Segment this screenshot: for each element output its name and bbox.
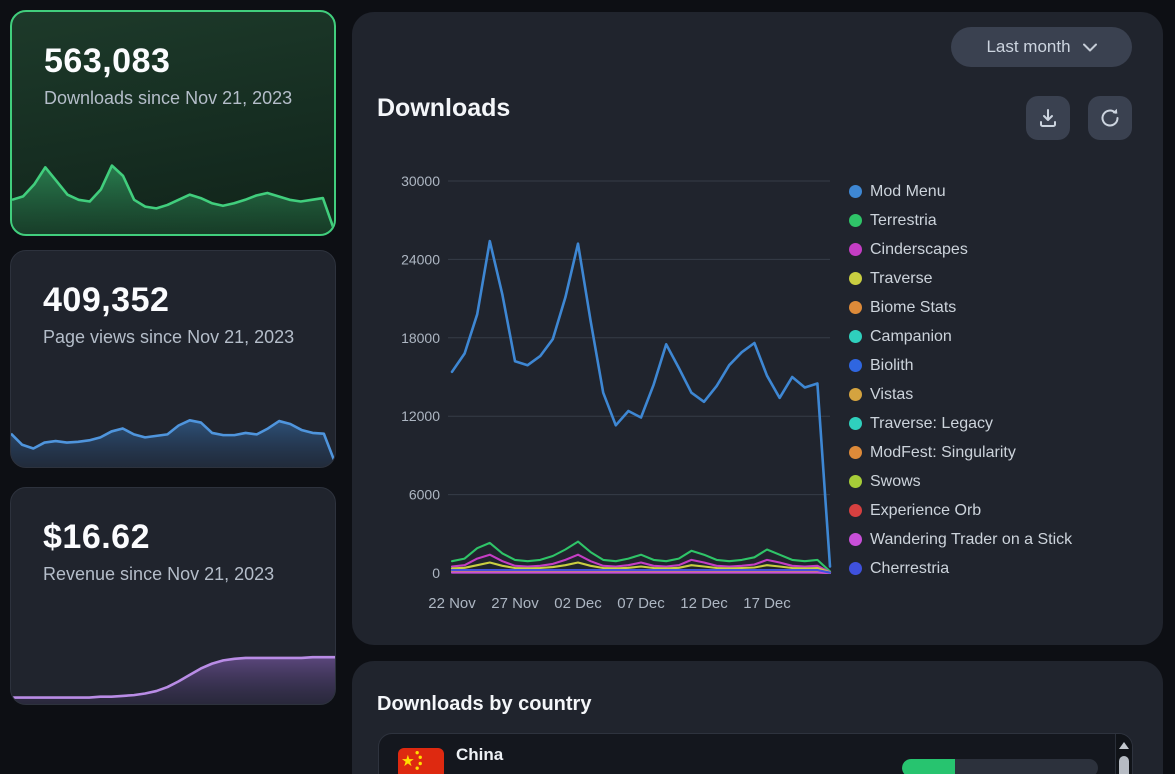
legend-label: Traverse: Legacy: [870, 415, 993, 433]
legend-item-campanion[interactable]: Campanion: [849, 322, 1072, 351]
revenue-total: $16.62: [43, 518, 335, 557]
svg-text:02 Dec: 02 Dec: [554, 595, 602, 612]
legend-item-biolith[interactable]: Biolith: [849, 351, 1072, 380]
legend-item-traverse[interactable]: Traverse: [849, 264, 1072, 293]
legend-dot-icon: [849, 504, 862, 517]
legend-dot-icon: [849, 272, 862, 285]
legend-item-cherrestria[interactable]: Cherrestria: [849, 554, 1072, 583]
legend-item-biome-stats[interactable]: Biome Stats: [849, 293, 1072, 322]
legend-label: Terrestria: [870, 212, 937, 230]
export-download-button[interactable]: [1026, 96, 1070, 140]
legend-dot-icon: [849, 388, 862, 401]
svg-text:24000: 24000: [401, 251, 440, 267]
chart-legend: Mod Menu Terrestria Cinderscapes Traverse Bi…: [849, 177, 1072, 583]
legend-dot-icon: [849, 330, 862, 343]
legend-item-modfest-singularity[interactable]: ModFest: Singularity: [849, 438, 1072, 467]
svg-text:12000: 12000: [401, 408, 440, 424]
legend-dot-icon: [849, 301, 862, 314]
legend-label: Biolith: [870, 357, 914, 375]
revenue-total-label: Revenue since Nov 21, 2023: [43, 563, 307, 586]
country-panel: Downloads by country ★ China: [352, 661, 1163, 774]
country-row: ★ China: [379, 734, 1115, 774]
legend-dot-icon: [849, 475, 862, 488]
legend-dot-icon: [849, 185, 862, 198]
legend-dot-icon: [849, 243, 862, 256]
chevron-down-icon: [1083, 43, 1097, 52]
legend-dot-icon: [849, 417, 862, 430]
download-icon: [1038, 108, 1058, 128]
legend-item-traverse-legacy[interactable]: Traverse: Legacy: [849, 409, 1072, 438]
refresh-button[interactable]: [1088, 96, 1132, 140]
legend-dot-icon: [849, 562, 862, 575]
svg-text:27 Nov: 27 Nov: [491, 595, 539, 612]
legend-item-mod-menu[interactable]: Mod Menu: [849, 177, 1072, 206]
legend-label: Mod Menu: [870, 183, 946, 201]
legend-label: Cherrestria: [870, 560, 949, 578]
legend-label: Vistas: [870, 386, 913, 404]
country-list-scrollbar[interactable]: [1115, 734, 1132, 774]
svg-text:6000: 6000: [409, 487, 440, 503]
scrollbar-thumb[interactable]: [1119, 756, 1129, 774]
legend-label: Wandering Trader on a Stick: [870, 531, 1072, 549]
legend-dot-icon: [849, 214, 862, 227]
china-flag-icon: ★: [398, 748, 444, 774]
legend-item-wandering-trader-on-a-stick[interactable]: Wandering Trader on a Stick: [849, 525, 1072, 554]
legend-dot-icon: [849, 533, 862, 546]
scroll-up-button[interactable]: [1116, 736, 1132, 754]
legend-label: ModFest: Singularity: [870, 444, 1016, 462]
scroll-up-arrow-icon: [1119, 742, 1129, 749]
revenue-sparkline: [11, 619, 335, 704]
svg-text:12 Dec: 12 Dec: [680, 595, 728, 612]
legend-label: Swows: [870, 473, 921, 491]
country-panel-title: Downloads by country: [377, 693, 591, 716]
legend-item-terrestria[interactable]: Terrestria: [849, 206, 1072, 235]
svg-text:★: ★: [401, 753, 415, 770]
pageviews-total-label: Page views since Nov 21, 2023: [43, 326, 307, 349]
svg-text:22 Nov: 22 Nov: [428, 595, 476, 612]
svg-text:17 Dec: 17 Dec: [743, 595, 791, 612]
legend-label: Experience Orb: [870, 502, 981, 520]
pageviews-sparkline: [11, 389, 335, 467]
country-progress-track: [902, 759, 1098, 774]
downloads-total-label: Downloads since Nov 21, 2023: [44, 87, 306, 110]
pageviews-total: 409,352: [43, 281, 335, 320]
legend-label: Traverse: [870, 270, 933, 288]
country-name: China: [456, 745, 503, 765]
refresh-icon: [1099, 107, 1121, 129]
svg-text:0: 0: [432, 565, 440, 581]
date-range-value: Last month: [986, 37, 1070, 57]
downloads-chart: 0 6000 12000 18000 24000 30000 22 Nov 27 Nov 02 …: [392, 172, 862, 622]
legend-item-experience-orb[interactable]: Experience Orb: [849, 496, 1072, 525]
downloads-sparkline: [12, 144, 334, 234]
downloads-total: 563,083: [44, 42, 334, 81]
svg-text:18000: 18000: [401, 330, 440, 346]
legend-label: Campanion: [870, 328, 952, 346]
legend-dot-icon: [849, 359, 862, 372]
stat-card-pageviews: 409,352 Page views since Nov 21, 2023: [10, 250, 336, 468]
legend-item-swows[interactable]: Swows: [849, 467, 1072, 496]
svg-text:30000: 30000: [401, 173, 440, 189]
country-list: ★ China: [378, 733, 1133, 774]
country-progress-fill: [902, 759, 955, 774]
svg-text:07 Dec: 07 Dec: [617, 595, 665, 612]
downloads-panel-title: Downloads: [377, 94, 510, 123]
date-range-select[interactable]: Last month: [951, 27, 1132, 67]
legend-item-vistas[interactable]: Vistas: [849, 380, 1072, 409]
stat-card-revenue: $16.62 Revenue since Nov 21, 2023: [10, 487, 336, 705]
stat-card-downloads: 563,083 Downloads since Nov 21, 2023: [10, 10, 336, 236]
legend-item-cinderscapes[interactable]: Cinderscapes: [849, 235, 1072, 264]
legend-dot-icon: [849, 446, 862, 459]
legend-label: Biome Stats: [870, 299, 956, 317]
legend-label: Cinderscapes: [870, 241, 968, 259]
downloads-panel: Last month Downloads 0 6000 12000 18000 2400…: [352, 12, 1163, 645]
